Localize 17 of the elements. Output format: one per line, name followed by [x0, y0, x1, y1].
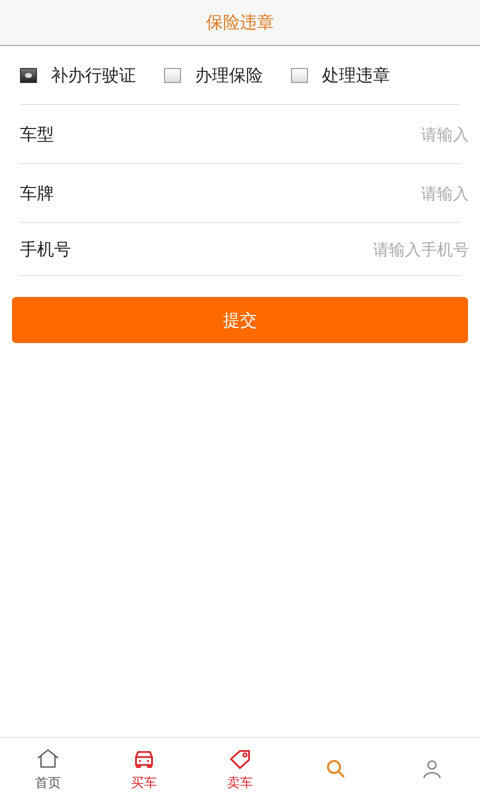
checkbox[interactable]	[20, 68, 37, 82]
input-field[interactable]: 请输入	[269, 124, 469, 144]
input-field[interactable]: 请输入	[269, 184, 469, 202]
tab-item[interactable]: 买车	[96, 738, 192, 800]
page-title: 保险违章	[206, 12, 274, 34]
option-label: 办理保险	[195, 64, 263, 86]
checkbox[interactable]	[291, 68, 308, 82]
submit-button[interactable]: 提交	[12, 297, 468, 343]
option-label: 处理违章	[322, 64, 390, 86]
tab-item[interactable]: 卖车	[192, 738, 288, 800]
checkbox[interactable]	[164, 68, 181, 82]
field-label: 车型	[20, 124, 54, 146]
tab-item[interactable]: 首页	[0, 738, 96, 800]
option-label: 补办行驶证	[51, 64, 136, 86]
field-label: 手机号	[20, 238, 71, 260]
field-label: 车牌	[20, 182, 54, 204]
input-field[interactable]: 请输入手机号	[269, 240, 469, 258]
